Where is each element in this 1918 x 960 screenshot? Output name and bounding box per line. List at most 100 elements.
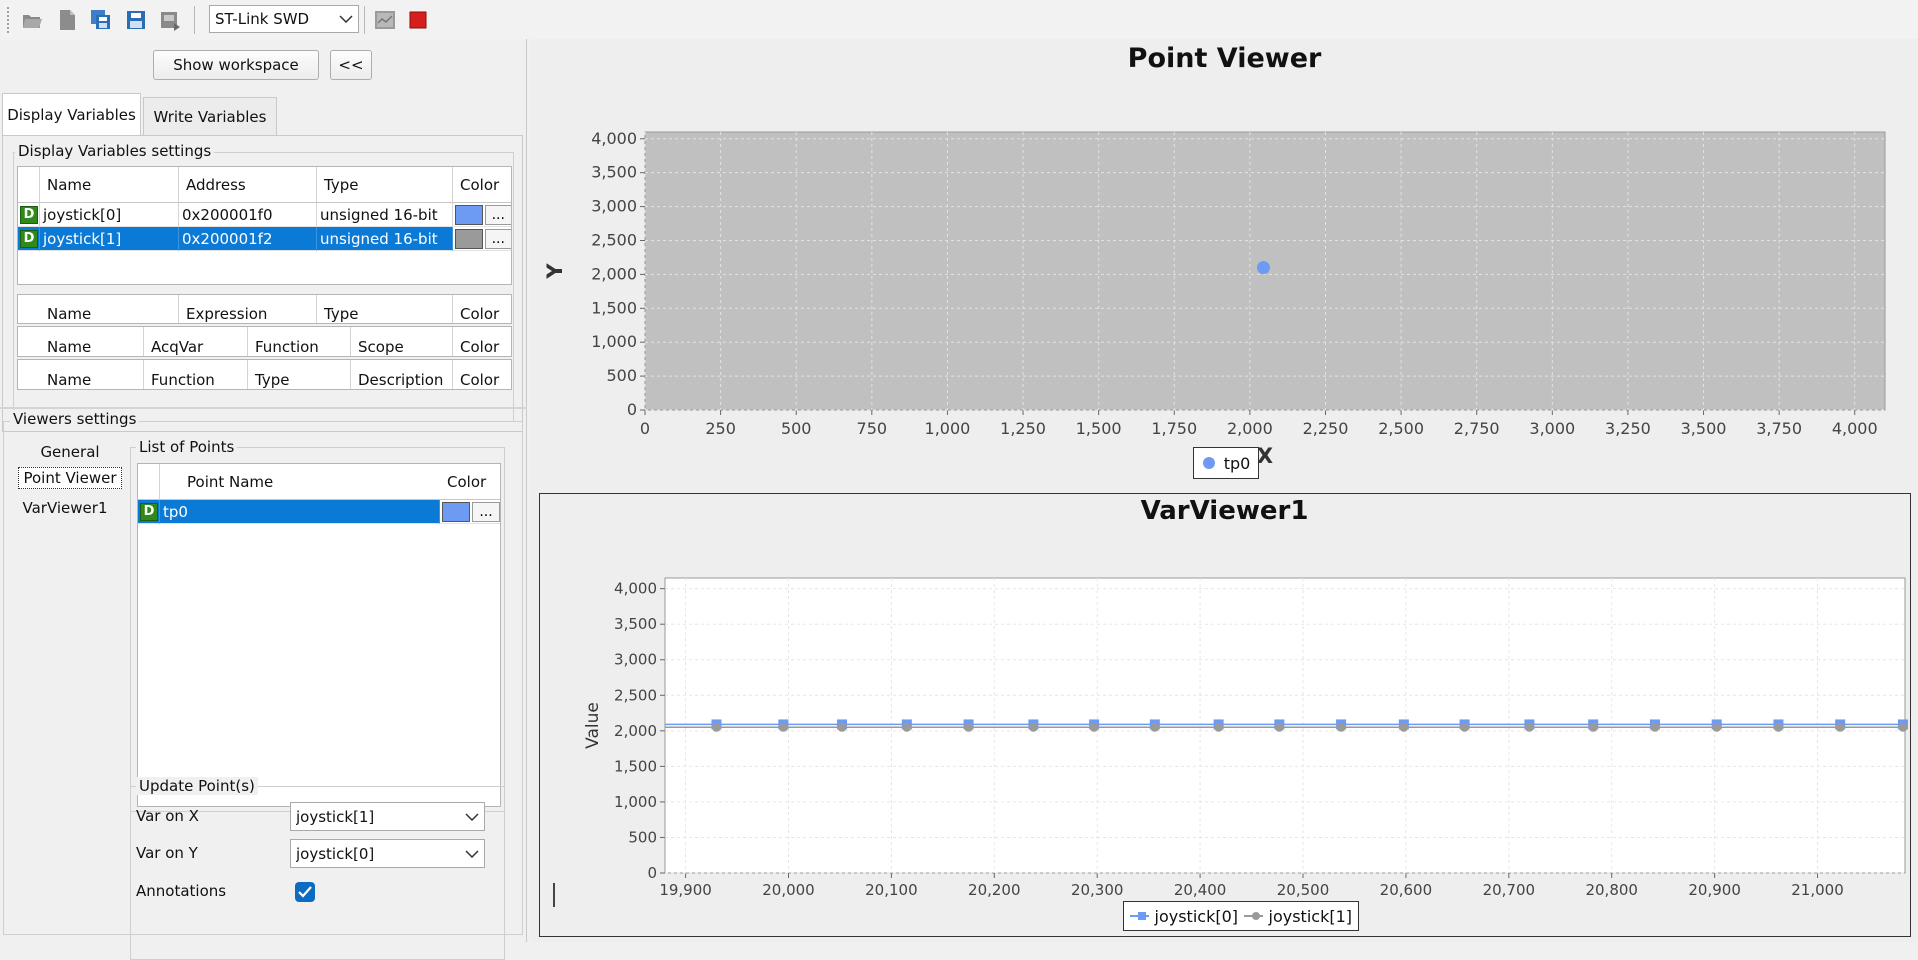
graph-icon[interactable]	[373, 8, 397, 32]
x-tick-label: 3,250	[1605, 419, 1651, 438]
x-tick-label: 250	[705, 419, 736, 438]
color-swatch[interactable]	[455, 204, 483, 225]
column-header-name[interactable]: Name	[40, 360, 144, 389]
point-viewer-chart[interactable]: 0 250 500 750 1,000 1,250 1,500 1,750 2,000 2,250…	[531, 79, 1918, 479]
column-header-address[interactable]: Address	[179, 167, 317, 203]
y-tick-label: 1,500	[591, 298, 637, 317]
color-picker-button[interactable]: ...	[472, 501, 500, 522]
column-header-name[interactable]: Name	[40, 295, 179, 323]
toolbar-grip[interactable]	[6, 6, 10, 34]
column-header-description[interactable]: Description	[351, 360, 453, 389]
charts-panel: Point Viewer 0 250 500 750 1,000 1,250 1,500 1,…	[531, 39, 1918, 942]
column-header-name[interactable]: Name	[40, 327, 144, 356]
save-all-icon[interactable]	[89, 8, 113, 32]
viewer-item-varviewer1[interactable]: VarViewer1	[18, 497, 112, 519]
y-tick-label: 3,000	[614, 651, 657, 669]
varviewer1-chart[interactable]: 19,900 20,000 20,100 20,200 20,300 20,400 20,5…	[531, 529, 1918, 929]
open-folder-icon[interactable]	[20, 8, 44, 32]
expressions-table: Name Expression Type Color	[17, 294, 512, 324]
points-group-title: List of Points	[136, 438, 238, 456]
export-icon[interactable]	[159, 8, 183, 32]
column-header-color[interactable]: Color	[440, 464, 500, 500]
viewer-item-point-viewer[interactable]: Point Viewer	[18, 467, 122, 489]
data-point-circle	[1712, 722, 1722, 732]
color-picker-button[interactable]: ...	[484, 204, 511, 225]
column-header-type[interactable]: Type	[317, 167, 453, 203]
tab-display-variables[interactable]: Display Variables	[2, 93, 141, 135]
point-color-cell: ...	[440, 500, 500, 524]
x-tick-label: 2,000	[1227, 419, 1273, 438]
splitter[interactable]	[0, 407, 527, 409]
connection-select-value: ST-Link SWD	[215, 10, 310, 28]
row-badge-cell: D	[18, 203, 40, 227]
viewer-item-general[interactable]: General	[18, 441, 122, 463]
column-header-type[interactable]: Type	[317, 295, 453, 323]
variable-name-cell[interactable]: joystick[0]	[40, 203, 179, 227]
x-tick-label: 2,500	[1378, 419, 1424, 438]
var-y-select[interactable]: joystick[0]	[290, 839, 485, 868]
color-swatch[interactable]	[455, 228, 483, 249]
column-header-scope[interactable]: Scope	[351, 327, 453, 356]
data-badge-icon: D	[20, 205, 38, 224]
var-y-select-value: joystick[0]	[296, 844, 375, 863]
data-point	[1256, 261, 1270, 275]
y-tick-label: 4,000	[591, 129, 637, 148]
x-tick-label: 20,200	[968, 881, 1021, 899]
variable-address-cell[interactable]: 0x200001f2	[179, 227, 317, 251]
x-tick-label: 750	[857, 419, 888, 438]
data-point-circle	[1773, 722, 1783, 732]
variable-type-cell[interactable]: unsigned 16-bit	[317, 227, 453, 251]
column-header-expression[interactable]: Expression	[179, 295, 317, 323]
column-header-color[interactable]: Color	[453, 167, 511, 203]
column-header-color[interactable]: Color	[453, 360, 511, 389]
variable-name-cell[interactable]: joystick[1]	[40, 227, 179, 251]
column-header-function[interactable]: Function	[248, 327, 351, 356]
chevron-down-icon	[460, 840, 484, 867]
point-name-cell[interactable]: tp0	[160, 500, 440, 524]
legend-label: joystick[1]	[1268, 906, 1352, 926]
acquisition-table: Name AcqVar Function Scope Color	[17, 326, 512, 357]
annotations-checkbox[interactable]	[295, 882, 315, 902]
y-tick-label: 1,000	[614, 793, 657, 811]
y-tick-label: 2,000	[614, 722, 657, 740]
x-tick-label: 3,750	[1756, 419, 1802, 438]
connection-select[interactable]: ST-Link SWD	[209, 5, 359, 33]
column-header-name[interactable]: Name	[40, 167, 179, 203]
table-row-selected[interactable]: D joystick[1] 0x200001f2 unsigned 16-bit…	[18, 227, 511, 251]
data-point-circle	[1399, 722, 1409, 732]
collapse-button[interactable]: <<	[330, 50, 372, 80]
variable-address-cell[interactable]: 0x200001f0	[179, 203, 317, 227]
chevron-down-icon	[334, 6, 358, 32]
column-header-color[interactable]: Color	[453, 327, 511, 356]
text-cursor	[553, 883, 555, 907]
left-panel: Show workspace << Display Variables Writ…	[0, 39, 527, 960]
x-tick-label: 20,600	[1380, 881, 1433, 899]
table-row[interactable]: D joystick[0] 0x200001f0 unsigned 16-bit…	[18, 203, 511, 227]
y-tick-label: 3,000	[591, 197, 637, 216]
row-header-column	[138, 464, 160, 500]
column-header-type[interactable]: Type	[248, 360, 351, 389]
y-axis-label: Value	[583, 702, 603, 749]
column-header-color[interactable]: Color	[453, 295, 511, 323]
points-table-row[interactable]: D tp0 ...	[138, 500, 500, 524]
x-tick-label: 500	[781, 419, 812, 438]
variable-color-cell: ...	[453, 227, 511, 251]
legend-label: joystick[0]	[1154, 906, 1238, 926]
column-header-function[interactable]: Function	[144, 360, 248, 389]
tab-write-variables[interactable]: Write Variables	[143, 97, 277, 135]
color-picker-button[interactable]: ...	[484, 228, 511, 249]
stop-icon[interactable]	[406, 8, 430, 32]
variable-type-cell[interactable]: unsigned 16-bit	[317, 203, 453, 227]
toolbar: ST-Link SWD	[0, 0, 1918, 40]
show-workspace-button[interactable]: Show workspace	[153, 50, 319, 80]
x-tick-label: 2,250	[1303, 419, 1349, 438]
column-header-acqvar[interactable]: AcqVar	[144, 327, 248, 356]
color-swatch[interactable]	[442, 501, 470, 522]
save-icon[interactable]	[124, 8, 148, 32]
data-point-circle	[1650, 722, 1660, 732]
column-header-point-name[interactable]: Point Name	[160, 464, 460, 500]
new-file-icon[interactable]	[55, 8, 79, 32]
var-x-select[interactable]: joystick[1]	[290, 802, 485, 831]
y-tick-label: 500	[606, 366, 637, 385]
display-variables-group-title: Display Variables settings	[15, 142, 215, 160]
